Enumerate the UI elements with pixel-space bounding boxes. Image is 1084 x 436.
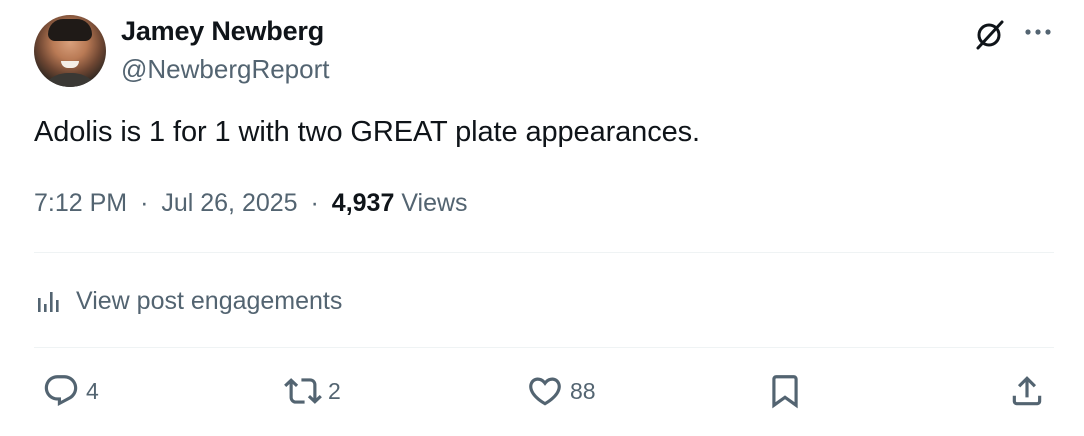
heart-icon xyxy=(529,377,561,406)
grok-icon[interactable] xyxy=(972,18,1006,52)
bar-chart-icon xyxy=(38,292,59,312)
repost-icon xyxy=(284,378,322,404)
post-time[interactable]: 7:12 PM xyxy=(34,189,127,217)
share-icon xyxy=(1012,376,1042,406)
post-text: Adolis is 1 for 1 with two GREAT plate a… xyxy=(34,116,700,148)
reply-button[interactable]: 4 xyxy=(42,371,99,411)
post-meta: 7:12 PM · Jul 26, 2025 · 4,937 Views xyxy=(34,189,468,218)
author-name[interactable]: Jamey Newberg xyxy=(121,16,324,47)
tweet: Jamey Newberg @NewbergReport Adolis is 1… xyxy=(0,0,1084,436)
bookmark-button[interactable] xyxy=(766,371,804,411)
meta-separator: · xyxy=(140,189,149,217)
view-engagements-link[interactable]: View post engagements xyxy=(34,284,342,318)
bookmark-icon xyxy=(772,375,798,409)
divider xyxy=(34,252,1054,253)
like-count: 88 xyxy=(570,377,596,404)
share-button[interactable] xyxy=(1008,371,1046,411)
author-handle[interactable]: @NewbergReport xyxy=(121,54,329,85)
like-button[interactable]: 88 xyxy=(526,371,596,411)
avatar[interactable] xyxy=(34,15,106,87)
meta-separator: · xyxy=(310,189,319,217)
reply-icon xyxy=(44,375,78,407)
view-engagements-label: View post engagements xyxy=(76,286,343,315)
reply-count: 4 xyxy=(86,377,99,404)
post-date[interactable]: Jul 26, 2025 xyxy=(161,189,297,217)
more-icon[interactable] xyxy=(1023,20,1053,44)
views-label: Views xyxy=(401,189,468,217)
divider xyxy=(34,347,1054,348)
views-count: 4,937 xyxy=(331,189,395,217)
repost-button[interactable]: 2 xyxy=(284,371,341,411)
repost-count: 2 xyxy=(328,377,341,404)
